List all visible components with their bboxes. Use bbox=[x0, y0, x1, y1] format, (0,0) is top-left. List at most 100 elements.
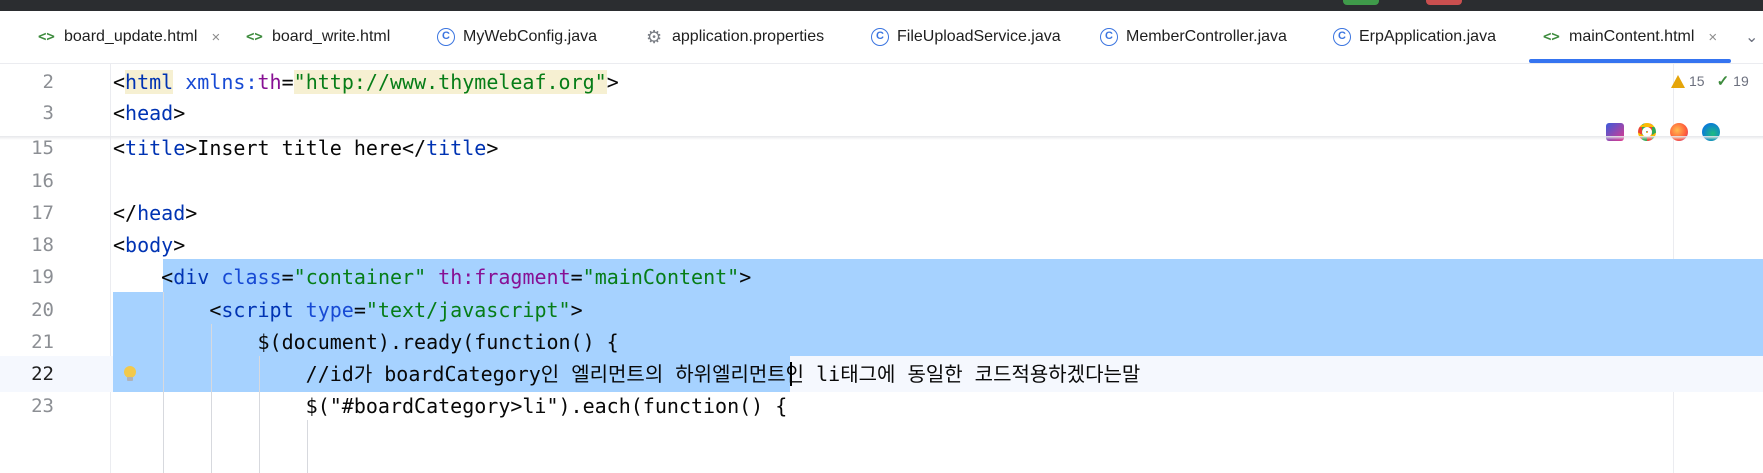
code-token: fragment bbox=[474, 265, 571, 289]
code-line[interactable]: 16 bbox=[0, 163, 1763, 199]
code-token: head bbox=[125, 101, 174, 125]
indent-guide bbox=[307, 420, 308, 473]
tab-label: MyWebConfig.java bbox=[463, 28, 597, 45]
gear-icon: ⚙ bbox=[646, 27, 663, 47]
code-token: < bbox=[113, 233, 126, 257]
tab-fileuploadservice-java[interactable]: C FileUploadService.java bbox=[871, 11, 1061, 63]
text-caret bbox=[790, 362, 792, 386]
tab-erpapplication-java[interactable]: C ErpApplication.java bbox=[1333, 11, 1496, 63]
indent-guide bbox=[163, 292, 164, 473]
line-number: 17 bbox=[31, 202, 54, 224]
tab-board-write-html[interactable]: <> board_write.html bbox=[246, 11, 390, 63]
tab-board-update-html[interactable]: <> board_update.html × bbox=[38, 11, 220, 63]
code-token: $("#boardCategory>li").each(function() { bbox=[113, 394, 788, 418]
line-number: 19 bbox=[31, 266, 54, 288]
code-text: <script type="text/javascript"> bbox=[113, 292, 583, 328]
code-token: th bbox=[257, 70, 282, 94]
tab-label: FileUploadService.java bbox=[897, 28, 1061, 45]
stop-widget[interactable] bbox=[1426, 0, 1462, 5]
code-token: = bbox=[281, 265, 294, 289]
code-text: <head> bbox=[113, 95, 185, 131]
close-tab-icon[interactable]: × bbox=[211, 29, 220, 46]
sticky-lines-separator bbox=[0, 136, 1763, 140]
line-number: 16 bbox=[31, 170, 54, 192]
tab-label: application.properties bbox=[672, 28, 825, 45]
code-token: = bbox=[353, 298, 366, 322]
code-line[interactable]: 22 //id가 boardCategory인 엘리먼트의 하위엘리먼트인 li… bbox=[0, 356, 1763, 392]
html-file-icon: <> bbox=[246, 29, 263, 45]
line-number: 18 bbox=[31, 234, 54, 256]
code-token: > bbox=[570, 298, 583, 322]
code-token: "text/javascript" bbox=[365, 298, 571, 322]
html-file-icon: <> bbox=[1543, 29, 1560, 45]
code-text: <div class="container" th:fragment="main… bbox=[113, 259, 751, 295]
code-text: $(document).ready(function() { bbox=[113, 324, 619, 360]
code-token: xmlns: bbox=[185, 70, 258, 94]
code-token: $(document).ready(function() { bbox=[113, 330, 619, 354]
code-text: $("#boardCategory>li").each(function() { bbox=[113, 388, 788, 424]
java-class-icon: C bbox=[1100, 28, 1118, 46]
run-widget[interactable] bbox=[1343, 0, 1379, 5]
code-line[interactable]: 23 $("#boardCategory>li").each(function(… bbox=[0, 388, 1763, 424]
code-token: "mainContent" bbox=[582, 265, 740, 289]
tab-label: MemberController.java bbox=[1126, 28, 1287, 45]
code-line[interactable]: 17 </head> bbox=[0, 195, 1763, 231]
indent-guide bbox=[259, 356, 260, 473]
line-number: 21 bbox=[31, 331, 54, 353]
java-class-icon: C bbox=[437, 28, 455, 46]
tab-maincontent-html[interactable]: <> mainContent.html × bbox=[1529, 11, 1732, 63]
tabs-menu-chevron-icon[interactable]: ⌄ bbox=[1745, 11, 1758, 63]
code-token: body bbox=[125, 233, 174, 257]
code-line[interactable]: 20 <script type="text/javascript"> bbox=[0, 292, 1763, 328]
code-line[interactable]: 21 $(document).ready(function() { bbox=[0, 324, 1763, 360]
java-class-icon: C bbox=[871, 28, 889, 46]
code-token: "http://www.thymeleaf.org" bbox=[293, 70, 607, 94]
tab-membercontroller-java[interactable]: C MemberController.java bbox=[1100, 11, 1287, 63]
code-token: th: bbox=[438, 265, 475, 289]
code-token: < bbox=[113, 265, 174, 289]
code-token: > bbox=[173, 233, 186, 257]
code-line[interactable]: 3 <head> bbox=[0, 95, 1763, 131]
line-number: 23 bbox=[31, 395, 54, 417]
tab-label: board_write.html bbox=[272, 28, 391, 45]
code-line[interactable]: 18 <body> bbox=[0, 227, 1763, 263]
code-token: = bbox=[281, 70, 294, 94]
code-token: </ bbox=[113, 201, 138, 225]
tab-label: mainContent.html bbox=[1569, 28, 1695, 45]
code-token: div bbox=[173, 265, 210, 289]
code-token: script bbox=[221, 298, 294, 322]
code-token: //id가 boardCategory인 엘리먼트의 하위엘리먼트인 li태그에… bbox=[113, 362, 1141, 386]
spring-boot-class-icon: C bbox=[1333, 28, 1351, 46]
intention-bulb-icon[interactable] bbox=[120, 364, 140, 384]
close-tab-icon[interactable]: × bbox=[1708, 29, 1717, 46]
code-token: < bbox=[113, 298, 222, 322]
tab-mywebconfig-java[interactable]: C MyWebConfig.java bbox=[437, 11, 597, 63]
code-token: "container" bbox=[293, 265, 427, 289]
code-token: head bbox=[137, 201, 186, 225]
tab-label: board_update.html bbox=[64, 28, 198, 45]
code-text: //id가 boardCategory인 엘리먼트의 하위엘리먼트인 li태그에… bbox=[113, 356, 1141, 392]
code-text: </head> bbox=[113, 195, 197, 231]
line-number: 22 bbox=[31, 363, 54, 385]
html-file-icon: <> bbox=[38, 29, 55, 45]
editor-tab-bar: <> board_update.html × <> board_write.html C M… bbox=[0, 11, 1763, 64]
code-token: < bbox=[113, 70, 126, 94]
code-token: < bbox=[113, 101, 126, 125]
code-token: = bbox=[570, 265, 583, 289]
code-token: html bbox=[125, 70, 174, 94]
code-editor[interactable]: 15 ✓ 19 2 <html xmlns:th="http://www.thym… bbox=[0, 64, 1763, 473]
code-token: type bbox=[305, 298, 354, 322]
code-token: > bbox=[185, 201, 198, 225]
indent-guide bbox=[211, 324, 212, 473]
code-line[interactable]: 19 <div class="container" th:fragment="m… bbox=[0, 259, 1763, 295]
line-number: 3 bbox=[42, 102, 54, 124]
window-title-bar bbox=[0, 0, 1763, 11]
code-text: <body> bbox=[113, 227, 185, 263]
tab-application-properties[interactable]: ⚙ application.properties bbox=[646, 11, 824, 63]
tab-label: ErpApplication.java bbox=[1359, 28, 1496, 45]
code-token: > bbox=[606, 70, 619, 94]
